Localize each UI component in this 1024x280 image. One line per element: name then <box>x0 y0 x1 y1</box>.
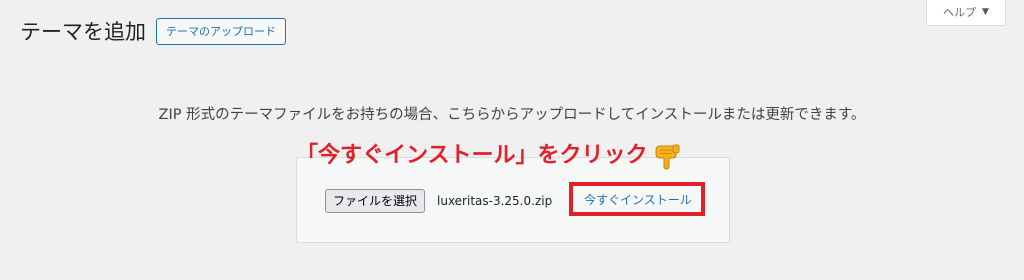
annotation-callout: 「今すぐインストール」をクリック <box>296 140 682 172</box>
upload-description: ZIP 形式のテーマファイルをお持ちの場合、こちらからアップロードしてインストー… <box>158 107 866 123</box>
help-tab[interactable]: ヘルプ ▼ <box>926 0 1006 26</box>
choose-file-button[interactable]: ファイルを選択 <box>325 189 426 213</box>
annotation-callout-text: 「今すぐインストール」をクリック <box>296 143 648 168</box>
caret-down-icon: ▼ <box>982 7 989 17</box>
install-now-button[interactable]: 今すぐインストール <box>576 188 700 212</box>
upload-theme-button[interactable]: テーマのアップロード <box>156 18 286 45</box>
page-title: テーマを追加 <box>20 20 146 44</box>
backhand-index-pointing-down-icon <box>655 144 680 170</box>
help-tab-label: ヘルプ <box>943 6 977 19</box>
selected-file-name: luxeritas-3.25.0.zip <box>437 194 553 208</box>
